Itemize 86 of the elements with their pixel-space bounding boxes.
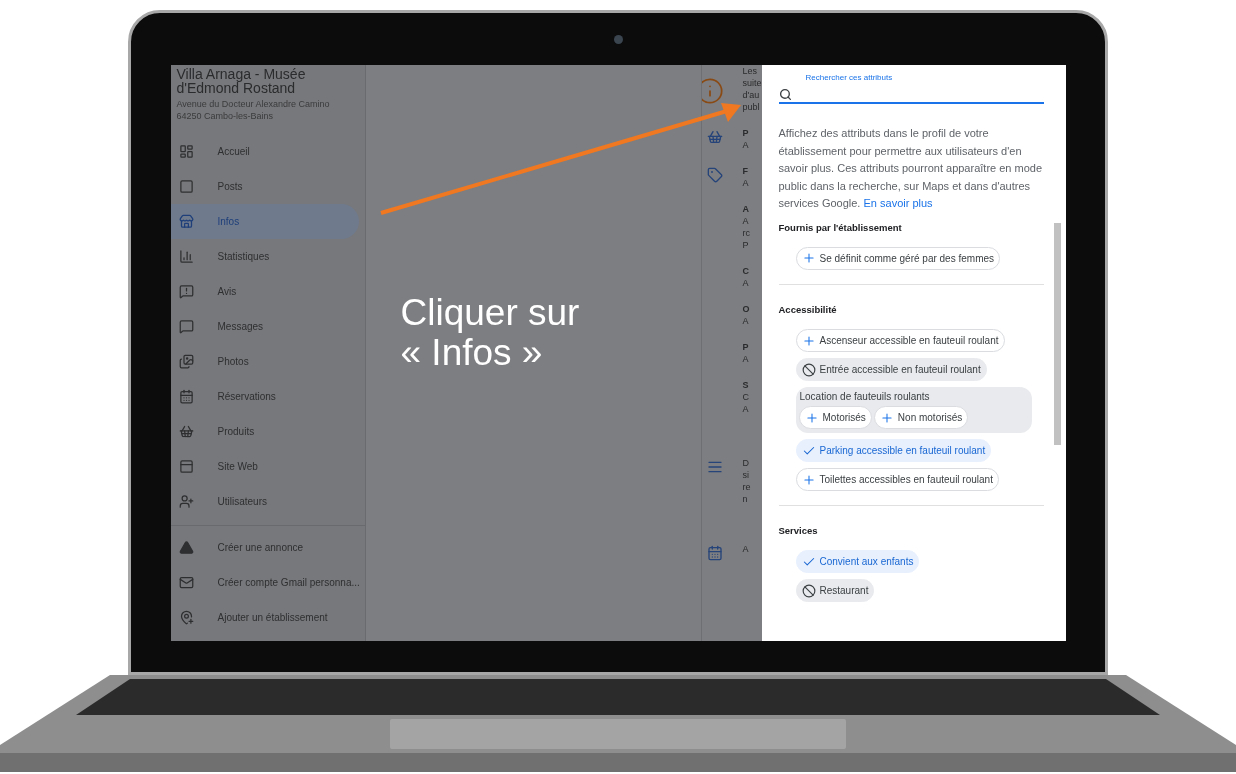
cut-text: Les xyxy=(742,65,758,77)
sidebar-item[interactable]: Avis xyxy=(170,274,359,309)
cut-text: A xyxy=(742,543,750,555)
web-page-icon xyxy=(178,459,194,474)
plus-icon xyxy=(801,472,816,487)
sidebar-item[interactable]: Messages xyxy=(170,309,359,344)
cut-text: D xyxy=(742,457,750,469)
dashboard-icon xyxy=(178,144,194,159)
cut-text: re xyxy=(742,481,752,493)
section-title: Fournis par l'établissement xyxy=(778,220,903,235)
sidebar-item[interactable]: Produits xyxy=(170,414,359,449)
add-user-icon xyxy=(178,494,194,509)
sidebar-item[interactable]: Statistiques xyxy=(170,239,359,274)
attribute-chip[interactable]: Entrée accessible en fauteuil roulant xyxy=(795,358,987,381)
plus-icon xyxy=(801,333,816,348)
sidebar-item[interactable]: Photos xyxy=(170,344,359,379)
cut-text: d'au xyxy=(742,89,761,101)
attribute-chip[interactable]: Parking accessible en fauteuil roulant xyxy=(795,439,992,462)
prohibited-icon xyxy=(801,362,816,377)
section-title: Accessibilité xyxy=(778,302,838,317)
bar-chart-icon xyxy=(178,249,194,264)
basket-icon xyxy=(178,424,194,439)
sidebar-item[interactable]: Ajouter un établissement xyxy=(170,600,365,635)
review-icon xyxy=(178,284,194,299)
business-city: 64250 Cambo-les-Bains xyxy=(176,110,275,122)
sidebar-item[interactable]: Site Web xyxy=(170,449,359,484)
calendar-icon xyxy=(178,389,194,404)
prohibited-icon xyxy=(801,583,816,598)
attribute-chip[interactable]: Se définit comme géré par des femmes xyxy=(795,246,1001,270)
cut-text: P xyxy=(742,127,750,139)
sidebar-item[interactable]: Réservations xyxy=(170,379,359,414)
group-title: Location de fauteuils roulants xyxy=(798,390,931,404)
cut-text: publ xyxy=(742,101,761,113)
cut-text: A xyxy=(742,353,750,365)
sidebar-item[interactable]: Créer compte Gmail personna... xyxy=(170,565,365,600)
calendar-icon xyxy=(706,545,723,561)
cut-text: P xyxy=(742,341,750,353)
cut-text: P xyxy=(742,239,750,251)
add-location-icon xyxy=(178,610,194,625)
search-field[interactable]: Rechercher ces attributs xyxy=(778,72,1044,104)
attribute-chip[interactable]: Ascenseur accessible en fauteuil roulant xyxy=(795,329,1005,352)
tag-icon xyxy=(706,167,723,183)
camera-icon xyxy=(613,35,623,44)
cut-text: A xyxy=(742,139,750,151)
cut-text: C xyxy=(742,265,750,277)
sidebar-item[interactable]: Créer une annonce xyxy=(170,530,365,565)
attribute-chip[interactable]: Restaurant xyxy=(795,579,875,603)
cut-text: S xyxy=(742,379,750,391)
cut-text: C xyxy=(742,391,750,403)
cut-text: rc xyxy=(742,227,751,239)
attribute-chip[interactable]: Toilettes accessibles en fauteuil roulant xyxy=(795,468,999,491)
photos-icon xyxy=(178,354,194,369)
attribute-chip[interactable]: Non motorisés xyxy=(873,406,969,429)
sidebar-item[interactable]: Posts xyxy=(170,169,359,204)
message-icon xyxy=(178,319,194,334)
section-title: Services xyxy=(778,524,819,538)
cut-text: A xyxy=(742,315,750,327)
sidebar-item[interactable]: Accueil xyxy=(170,134,359,169)
sidebar-item[interactable]: Infos xyxy=(170,204,359,239)
business-name: Villa Arnaga - Musée d'Edmond Rostand xyxy=(176,67,307,95)
info-icon xyxy=(701,77,724,105)
cut-text: A xyxy=(742,177,750,189)
basket-icon xyxy=(706,129,723,145)
cut-text: O xyxy=(742,303,751,315)
search-icon xyxy=(778,88,792,101)
attribute-chip[interactable]: Convient aux enfants xyxy=(795,550,920,574)
cut-text: A xyxy=(742,203,750,215)
description-text: Affichez des attributs dans le profil de votre établissement pour permettre aux utilisateurs d'en savoir plus. Ces attributs pourront apparaître en mode public dans la recherche, sur Maps et dans d'autres services Google. En savoir plus xyxy=(778,126,1044,211)
plus-icon xyxy=(804,410,819,425)
plus-icon xyxy=(879,410,894,425)
cut-text: n xyxy=(742,493,749,505)
cut-text: si xyxy=(742,469,750,481)
cut-text: suite xyxy=(742,77,762,89)
cut-text: A xyxy=(742,403,750,415)
mail-icon xyxy=(178,575,194,590)
store-icon xyxy=(178,214,194,229)
plus-icon xyxy=(801,251,816,266)
annotation-text: Cliquer sur « Infos » xyxy=(400,293,581,373)
attribute-chip[interactable]: Motorisés xyxy=(798,406,872,429)
cut-text: F xyxy=(742,165,749,177)
sidebar-item[interactable]: Utilisateurs xyxy=(170,484,359,519)
learn-more-link[interactable]: En savoir plus xyxy=(863,197,933,209)
search-label: Rechercher ces attributs xyxy=(804,72,894,84)
text-lines-icon xyxy=(706,459,723,475)
cut-text: A xyxy=(742,215,750,227)
cut-text: A xyxy=(742,277,750,289)
